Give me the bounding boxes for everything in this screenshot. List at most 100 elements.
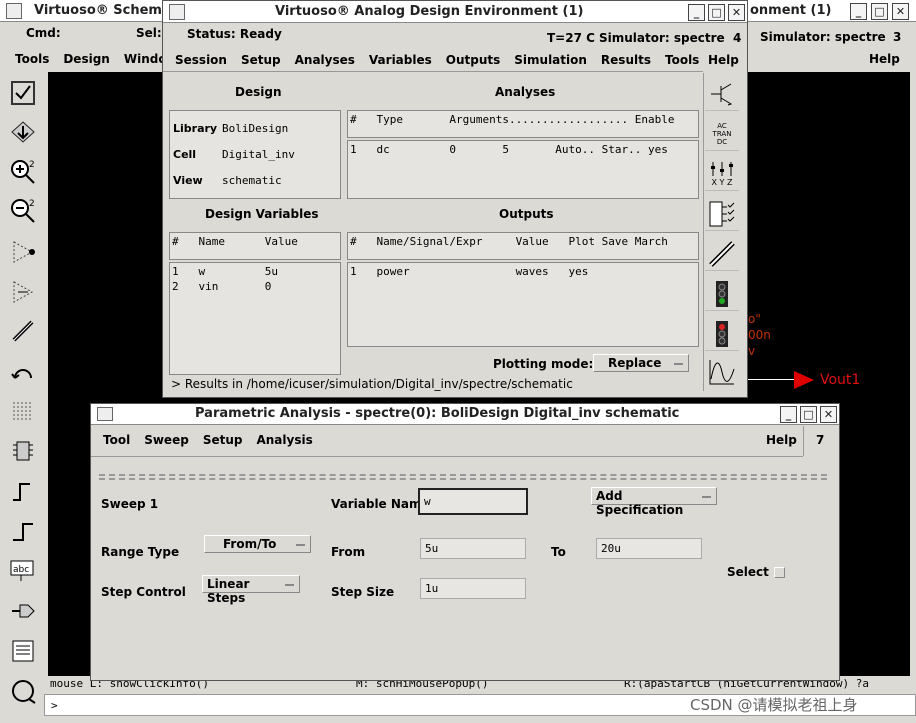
select-checkbox[interactable] [774, 567, 785, 578]
chip-icon[interactable] [8, 436, 38, 466]
grid-icon[interactable] [8, 396, 38, 426]
dc-label: DC [716, 137, 728, 146]
variable-name-input[interactable]: w [418, 488, 528, 515]
schematic-title-right: onment (1) [750, 3, 832, 18]
menu-outputs[interactable]: Outputs [439, 53, 508, 67]
add-specification-button[interactable]: Add Specification [591, 487, 717, 517]
schematic-title: Virtuoso® Schem [34, 3, 162, 18]
view-value: schematic [222, 174, 282, 187]
menu-variables[interactable]: Variables [362, 53, 439, 67]
refresh-icon[interactable] [8, 676, 38, 706]
check-icon[interactable] [8, 78, 38, 108]
maximize-icon[interactable]: □ [800, 406, 817, 423]
maximize-icon[interactable]: □ [871, 3, 888, 20]
pin-tool-icon[interactable] [8, 596, 38, 626]
close-icon[interactable]: ✕ [820, 406, 837, 423]
list-icon[interactable] [8, 636, 38, 666]
outputs-row[interactable]: 1 power waves yes [350, 265, 588, 278]
menu-design[interactable]: Design [56, 52, 117, 66]
parametric-help[interactable]: Help [766, 433, 797, 447]
red-annotation-2: 00n [748, 328, 771, 342]
ade-title: Virtuoso® Analog Design Environment (1) [275, 4, 584, 19]
sel-label: Sel: [136, 26, 162, 40]
run-simulation-icon[interactable] [705, 277, 739, 311]
save-icon[interactable] [8, 118, 38, 148]
xyz-icon[interactable]: X Y Z [705, 157, 739, 191]
minimize-icon[interactable]: _ [688, 4, 705, 21]
analysis-type-icon[interactable]: AC TRAN DC [705, 117, 739, 151]
outputs-list[interactable]: 1 power waves yes [347, 262, 699, 347]
step2-icon[interactable] [8, 516, 38, 546]
menu-analyses[interactable]: Analyses [288, 53, 362, 67]
menu-session[interactable]: Session [168, 53, 234, 67]
zoom-out-icon[interactable]: 2 [8, 196, 38, 226]
label-abc-icon[interactable]: abc [8, 556, 38, 586]
wire-icon[interactable] [8, 316, 38, 346]
command-prompt: > [51, 699, 58, 712]
menu-results[interactable]: Results [594, 53, 658, 67]
plotting-mode-label: Plotting mode: [493, 357, 594, 371]
zoom-in-icon[interactable]: 2 [8, 157, 38, 187]
schematic-help[interactable]: Help [869, 52, 900, 66]
maximize-icon[interactable]: □ [708, 4, 725, 21]
vars-header: # Name Value [169, 232, 341, 260]
outputs-select-icon[interactable] [705, 197, 739, 231]
menu-analysis[interactable]: Analysis [249, 433, 319, 447]
step-control-select[interactable]: Linear Steps [202, 575, 300, 605]
transistor-icon[interactable] [705, 77, 739, 111]
stretch-icon[interactable] [8, 236, 38, 266]
vars-row-2[interactable]: 2 vin 0 [172, 280, 271, 293]
gear-icon[interactable] [169, 4, 185, 20]
step-size-input[interactable]: 1u [420, 578, 526, 599]
undo-icon[interactable] [8, 356, 38, 386]
menu-setup[interactable]: Setup [196, 433, 250, 447]
range-type-select[interactable]: From/To [204, 535, 311, 553]
analyses-list[interactable]: 1 dc 0 5 Auto.. Star.. yes [347, 140, 699, 199]
menu-tools[interactable]: Tools [658, 53, 706, 67]
pin-icon[interactable] [794, 371, 814, 389]
waveform-icon[interactable] [705, 355, 739, 389]
copy-icon[interactable] [8, 276, 38, 306]
minimize-icon[interactable]: _ [850, 3, 867, 20]
vars-header-text: # Name Value [172, 235, 298, 248]
vars-list[interactable]: 1 w 5u 2 vin 0 [169, 262, 341, 375]
from-input[interactable]: 5u [420, 538, 526, 559]
range-type-label: Range Type [101, 545, 180, 559]
ade-num: 4 [733, 31, 742, 45]
ade-titlebar[interactable]: Virtuoso® Analog Design Environment (1) … [163, 1, 747, 23]
to-input[interactable]: 20u [596, 538, 702, 559]
red-annotation-1: o" [748, 312, 761, 326]
analyses-row[interactable]: 1 dc 0 5 Auto.. Star.. yes [350, 143, 668, 156]
analyses-title: Analyses [495, 85, 556, 99]
xyz-label: X Y Z [711, 178, 733, 187]
parametric-titlebar[interactable]: Parametric Analysis - spectre(0): BoliDe… [91, 404, 839, 425]
minimize-icon[interactable]: _ [780, 406, 797, 423]
gear-icon[interactable] [97, 407, 113, 421]
step-icon[interactable] [8, 476, 38, 506]
gear-icon[interactable] [6, 3, 22, 19]
outputs-title: Outputs [499, 207, 554, 221]
cmd-label: Cmd: [26, 26, 61, 40]
ade-help[interactable]: Help [708, 53, 739, 67]
ade-status: Status: Ready [187, 27, 282, 41]
outputs-header: # Name/Signal/Expr Value Plot Save March [347, 232, 699, 260]
menu-setup[interactable]: Setup [234, 53, 288, 67]
from-label: From [331, 545, 366, 559]
menu-tools[interactable]: Tools [8, 52, 56, 66]
ade-window: Virtuoso® Analog Design Environment (1) … [162, 0, 748, 398]
probe-icon[interactable] [705, 237, 739, 271]
stop-simulation-icon[interactable] [705, 317, 739, 351]
ade-temp: T=27 C [547, 31, 595, 45]
menu-sweep[interactable]: Sweep [137, 433, 196, 447]
ade-menubar: Session Setup Analyses Variables Outputs… [168, 53, 706, 67]
menu-simulation[interactable]: Simulation [507, 53, 594, 67]
library-value: BoliDesign [222, 122, 289, 135]
variable-name-label: Variable Name [331, 497, 430, 511]
vars-row-1[interactable]: 1 w 5u [172, 265, 278, 278]
plotting-mode-select[interactable]: Replace [593, 354, 689, 372]
close-icon[interactable]: ✕ [728, 4, 745, 21]
help-divider [803, 426, 804, 456]
close-icon[interactable]: ✕ [892, 3, 909, 20]
ac-label: AC [717, 121, 727, 130]
menu-tool[interactable]: Tool [96, 433, 137, 447]
